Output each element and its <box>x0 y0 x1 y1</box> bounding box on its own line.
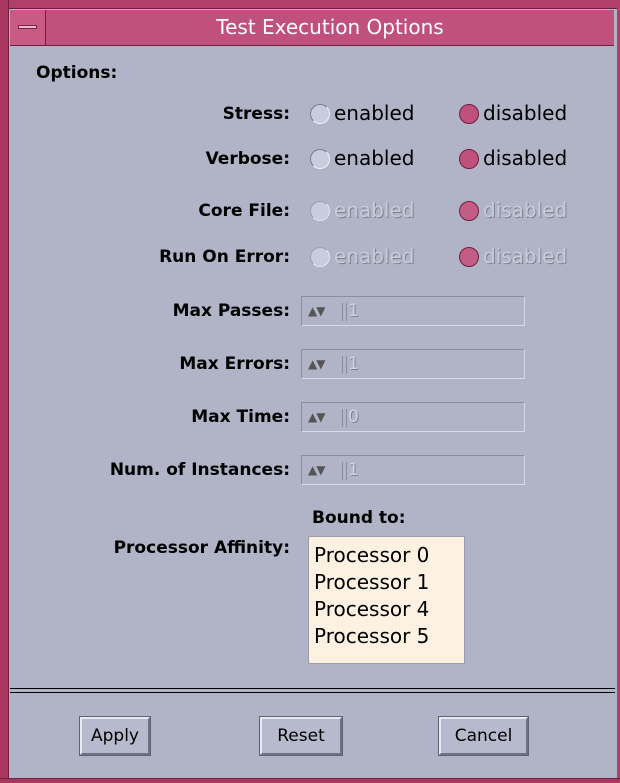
num-instances-spinbox[interactable]: ▲▼ 1 <box>301 455 525 485</box>
max-passes-spinbox[interactable]: ▲▼ 1 <box>301 296 525 326</box>
max-passes-value: 1 <box>348 301 359 321</box>
list-item[interactable]: Processor 1 <box>314 569 464 596</box>
text-cursor <box>342 409 347 427</box>
up-down-arrows-icon[interactable]: ▲▼ <box>308 304 325 318</box>
core-file-enabled-text: enabled <box>334 198 415 222</box>
dialog-window: Test Execution Options Options: Stress: … <box>0 0 620 783</box>
window-frame-left <box>0 0 9 783</box>
stress-disabled-text[interactable]: disabled <box>483 101 567 125</box>
up-down-arrows-icon[interactable]: ▲▼ <box>308 410 325 424</box>
text-cursor <box>342 303 347 321</box>
text-cursor <box>342 462 347 480</box>
reset-button[interactable]: Reset <box>259 716 343 756</box>
core-file-disabled-text: disabled <box>483 198 568 222</box>
max-time-value: 0 <box>348 407 359 427</box>
num-instances-value: 1 <box>348 460 359 480</box>
core-file-label: Core File: <box>198 201 290 221</box>
window-frame-top <box>0 0 620 9</box>
up-down-arrows-icon[interactable]: ▲▼ <box>308 357 325 371</box>
max-time-spinbox[interactable]: ▲▼ 0 <box>301 402 525 432</box>
processor-list[interactable]: Processor 0 Processor 1 Processor 4 Proc… <box>308 536 465 664</box>
list-item[interactable]: Processor 0 <box>314 542 464 569</box>
window-frame-bottom <box>0 778 620 783</box>
window-menu-icon[interactable] <box>10 10 46 45</box>
stress-disabled-radio[interactable] <box>459 104 479 124</box>
window-title: Test Execution Options <box>216 15 444 39</box>
list-item[interactable]: Processor 4 <box>314 596 464 623</box>
max-errors-spinbox[interactable]: ▲▼ 1 <box>301 349 525 379</box>
bound-to-label: Bound to: <box>312 508 406 528</box>
list-item[interactable]: Processor 5 <box>314 623 464 650</box>
stress-label: Stress: <box>222 104 290 124</box>
stress-enabled-radio[interactable] <box>310 104 330 124</box>
run-on-error-enabled-radio <box>310 247 330 267</box>
run-on-error-disabled-radio <box>459 247 479 267</box>
core-file-enabled-radio <box>310 201 330 221</box>
core-file-disabled-radio <box>459 201 479 221</box>
stress-enabled-text[interactable]: enabled <box>334 101 415 125</box>
run-on-error-disabled-text: disabled <box>483 244 568 268</box>
max-errors-label: Max Errors: <box>179 354 290 374</box>
max-passes-label: Max Passes: <box>172 301 290 321</box>
max-errors-value: 1 <box>348 354 359 374</box>
run-on-error-label: Run On Error: <box>159 247 290 267</box>
cancel-button[interactable]: Cancel <box>438 716 529 756</box>
verbose-disabled-text[interactable]: disabled <box>483 146 567 170</box>
title-bar[interactable]: Test Execution Options <box>10 10 614 46</box>
max-time-label: Max Time: <box>191 407 290 427</box>
dialog-content: Options: Stress: enabled disabled Verbos… <box>10 47 615 778</box>
verbose-label: Verbose: <box>205 149 290 169</box>
separator <box>10 692 615 693</box>
up-down-arrows-icon[interactable]: ▲▼ <box>308 463 325 477</box>
num-instances-label: Num. of Instances: <box>109 460 290 480</box>
run-on-error-enabled-text: enabled <box>334 244 415 268</box>
apply-button[interactable]: Apply <box>79 716 151 756</box>
separator <box>10 688 615 689</box>
verbose-enabled-radio[interactable] <box>310 149 330 169</box>
options-header: Options: <box>36 63 118 83</box>
verbose-enabled-text[interactable]: enabled <box>334 146 415 170</box>
text-cursor <box>342 356 347 374</box>
processor-affinity-label: Processor Affinity: <box>113 538 290 558</box>
verbose-disabled-radio[interactable] <box>459 149 479 169</box>
